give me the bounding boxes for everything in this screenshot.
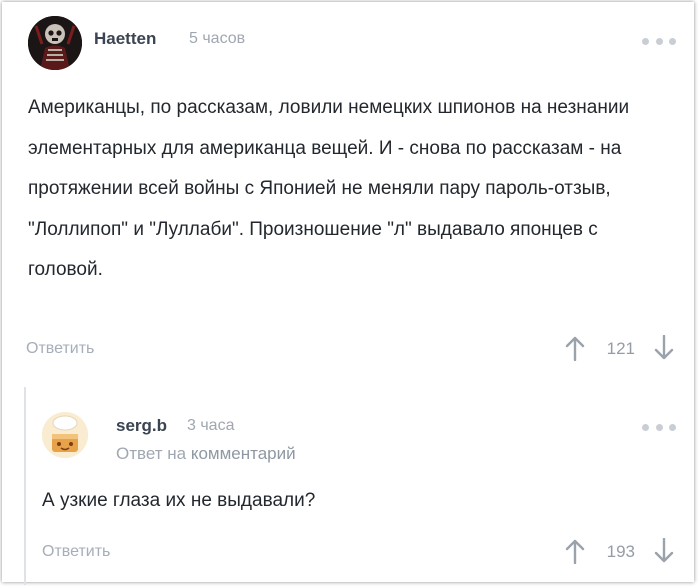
avatar[interactable] [42,412,88,458]
arrow-down-icon[interactable] [654,538,674,564]
comment-time: 3 часа [187,417,235,434]
comment-text: Американцы, по рассказам, ловили немецки… [28,97,630,280]
reply-button[interactable]: Ответить [42,543,110,561]
reply-to-link[interactable]: комментарий [191,444,296,463]
dark-skeleton-avatar-icon [28,16,82,70]
arrow-up-icon[interactable] [565,538,585,564]
reply-button[interactable]: Ответить [26,340,94,358]
rating-value: 193 [606,542,635,561]
reply-to-prefix: Ответ на [116,444,187,463]
comment-text: А узкие глаза их не выдавали? [42,490,316,511]
reply-to-info: Ответ на комментарий [116,444,296,464]
rating-value: 121 [606,339,635,358]
avatar[interactable] [28,16,82,70]
comment-author[interactable]: serg.b [116,416,167,436]
arrow-down-icon[interactable] [654,335,674,361]
more-dots-icon[interactable] [642,36,676,46]
chef-cake-avatar-icon [42,412,88,458]
thread-line [24,387,26,585]
arrow-up-icon[interactable] [565,335,585,361]
comment-card: Haetten 5 часов Американцы, по рассказам… [2,2,694,585]
comment-time: 5 часов [189,30,246,47]
comment-author[interactable]: Haetten [94,29,156,49]
more-dots-icon[interactable] [642,422,676,432]
